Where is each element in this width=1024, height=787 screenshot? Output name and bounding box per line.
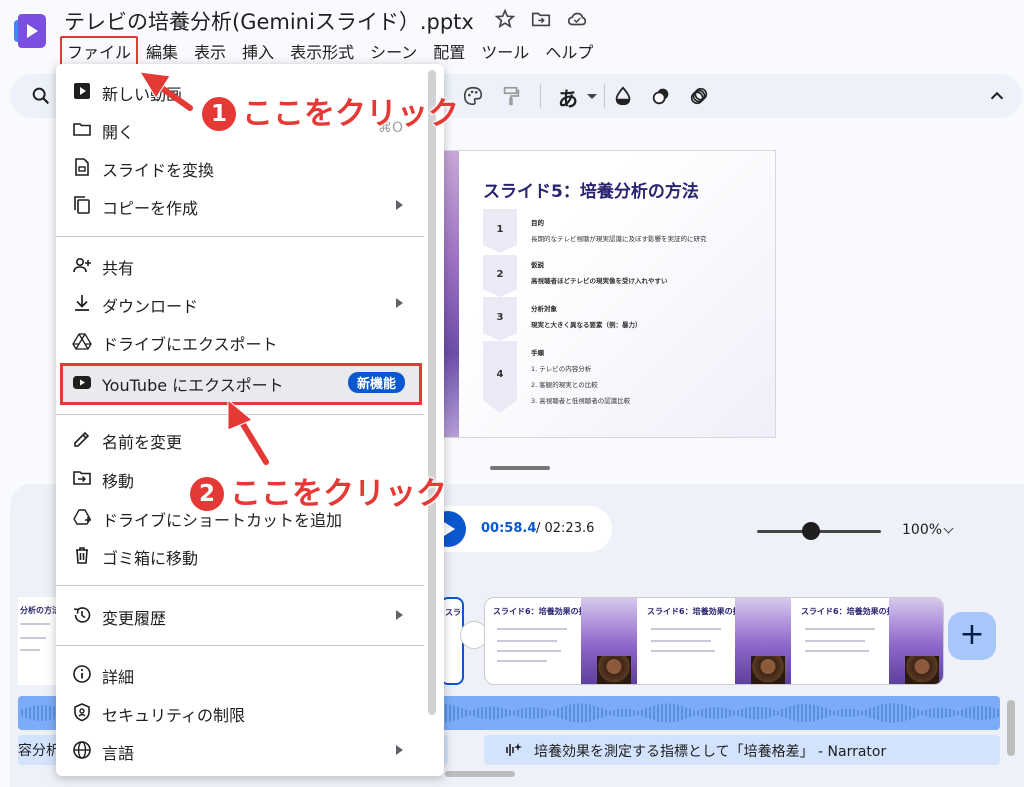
step-body: 3. 高視聴者と低視聴者の認識比較	[531, 397, 631, 405]
paint-format-icon[interactable]	[500, 85, 522, 107]
star-icon[interactable]	[494, 8, 516, 30]
menu-insert[interactable]: 挿入	[234, 39, 282, 63]
fill-color-icon[interactable]	[612, 85, 634, 107]
palette-icon[interactable]	[462, 85, 484, 107]
folder-icon	[73, 123, 91, 136]
mask-shape-icon[interactable]	[688, 85, 710, 107]
zoom-level[interactable]: 100%	[902, 522, 942, 538]
ai-voice-icon	[506, 743, 522, 756]
slide-title: スライド5：培養分析の方法	[483, 182, 699, 202]
menubar: ファイル 編集 表示 挿入 表示形式 シーン 配置 ツール ヘルプ	[60, 36, 601, 66]
chevron-down-icon[interactable]	[587, 94, 597, 99]
annotation-step-1: 1 ここをクリック	[202, 88, 459, 133]
step-marker: 3	[483, 297, 517, 341]
menu-item-export-youtube[interactable]: YouTube にエクスポート 新機能	[60, 363, 422, 405]
cloud-saved-icon[interactable]	[566, 8, 588, 30]
menu-item-trash[interactable]: ゴミ箱に移動	[56, 536, 444, 574]
menu-item-version-history[interactable]: 変更履歴	[56, 596, 444, 634]
copy-icon	[74, 196, 90, 214]
move-folder-icon	[73, 471, 91, 485]
history-icon	[73, 607, 91, 623]
step-body: 1. テレビの内容分析	[531, 365, 592, 373]
pencil-icon	[74, 431, 90, 447]
zoom-slider-thumb[interactable]	[802, 522, 820, 540]
download-icon	[75, 295, 89, 311]
menu-item-export-drive[interactable]: ドライブにエクスポート	[56, 322, 444, 360]
menu-item-security[interactable]: セキュリティの制限	[56, 693, 444, 731]
menu-item-download[interactable]: ダウンロード	[56, 284, 444, 322]
menu-edit[interactable]: 編集	[138, 39, 186, 63]
drive-icon	[72, 333, 92, 350]
step-body: 2. 客観的現実との比較	[531, 381, 598, 389]
drive-shortcut-icon	[73, 509, 91, 525]
menu-item-details[interactable]: 詳細	[56, 655, 444, 693]
menu-format[interactable]: 表示形式	[282, 39, 362, 63]
clip-title: スライド6：培養効果の指	[493, 607, 587, 616]
current-time: 00:58.4	[481, 521, 537, 536]
step-marker: 2	[483, 255, 517, 297]
document-title[interactable]: テレビの培養分析(Geminiスライド）.pptx	[64, 6, 474, 36]
menu-item-language[interactable]: 言語	[56, 731, 444, 769]
globe-icon	[73, 741, 91, 759]
step-body: 現実と大きく異なる要素（例：暴力）	[531, 321, 642, 329]
scene-clip[interactable]: 分析の方法	[18, 597, 58, 685]
play-box-icon	[74, 83, 90, 99]
narration-clip-label: 容分析	[18, 743, 60, 759]
trash-icon	[76, 547, 88, 564]
clip-title: スライド6：培養効果の指	[801, 607, 895, 616]
info-icon	[73, 665, 91, 683]
menu-view[interactable]: 表示	[186, 39, 234, 63]
vids-logo-icon[interactable]	[14, 14, 46, 48]
slide-preview[interactable]: スライド5：培養分析の方法 1 目的 長期的なテレビ視聴が現実認識に及ぼす影響を…	[440, 150, 776, 438]
slides-file-icon	[75, 158, 89, 176]
shadow-effect-icon[interactable]	[650, 85, 672, 107]
menu-item-convert-slides[interactable]: スライドを変換	[56, 148, 444, 186]
menu-item-rename[interactable]: 名前を変更	[56, 420, 444, 458]
menu-help[interactable]: ヘルプ	[537, 39, 601, 63]
step-heading: 分析対象	[531, 305, 557, 313]
step-heading: 仮説	[531, 261, 544, 269]
submenu-arrow-icon	[396, 298, 403, 308]
step-marker: 4	[483, 341, 517, 413]
menu-file[interactable]: ファイル	[60, 36, 139, 66]
clip-title: スライド6：培養効果の指	[647, 607, 741, 616]
person-add-icon	[73, 257, 91, 273]
move-folder-icon[interactable]	[530, 8, 552, 30]
youtube-icon	[73, 376, 91, 389]
file-menu: 新しい動画 開く ⌘O スライドを変換 コピーを作成 共有 ダウンロード ドライ…	[56, 64, 444, 776]
total-time: / 02:23.6	[536, 521, 595, 536]
step-heading: 手順	[531, 349, 544, 357]
menu-scrollbar[interactable]	[428, 70, 436, 715]
horizontal-scrollbar[interactable]	[445, 771, 515, 777]
step-heading: 目的	[531, 219, 544, 227]
search-icon[interactable]	[30, 85, 52, 107]
menu-scene[interactable]: シーン	[362, 39, 425, 63]
new-feature-badge: 新機能	[348, 372, 406, 393]
step-marker: 1	[483, 209, 517, 253]
menu-arrange[interactable]: 配置	[425, 39, 473, 63]
menu-item-make-copy[interactable]: コピーを作成	[56, 186, 444, 224]
add-scene-button[interactable]: +	[948, 612, 996, 660]
shield-lock-icon	[74, 703, 90, 722]
submenu-arrow-icon	[396, 745, 403, 755]
vertical-scrollbar[interactable]	[1007, 700, 1015, 756]
step-body: 高視聴者ほどテレビの現実像を受け入れやすい	[531, 277, 668, 285]
narration-label: 培養効果を測定する指標として「培養格差」 - Narrator	[534, 744, 887, 760]
chevron-up-icon[interactable]	[986, 85, 1008, 107]
panel-resize-handle[interactable]	[490, 466, 550, 470]
menu-item-share[interactable]: 共有	[56, 246, 444, 284]
submenu-arrow-icon	[396, 610, 403, 620]
submenu-arrow-icon	[396, 200, 403, 210]
scene-clip[interactable]: スライド6：培養効果の指 スライド6：培養効果の指 スライド6：培養効果の指	[484, 597, 944, 685]
menu-tools[interactable]: ツール	[473, 39, 537, 63]
narration-clip[interactable]: 培養効果を測定する指標として「培養格差」 - Narrator	[484, 735, 1000, 765]
step-body: 長期的なテレビ視聴が現実認識に及ぼす影響を実証的に研究	[531, 235, 707, 243]
annotation-step-2: 2 ここをクリック	[190, 468, 447, 513]
text-style-icon[interactable]: あ	[558, 83, 578, 112]
